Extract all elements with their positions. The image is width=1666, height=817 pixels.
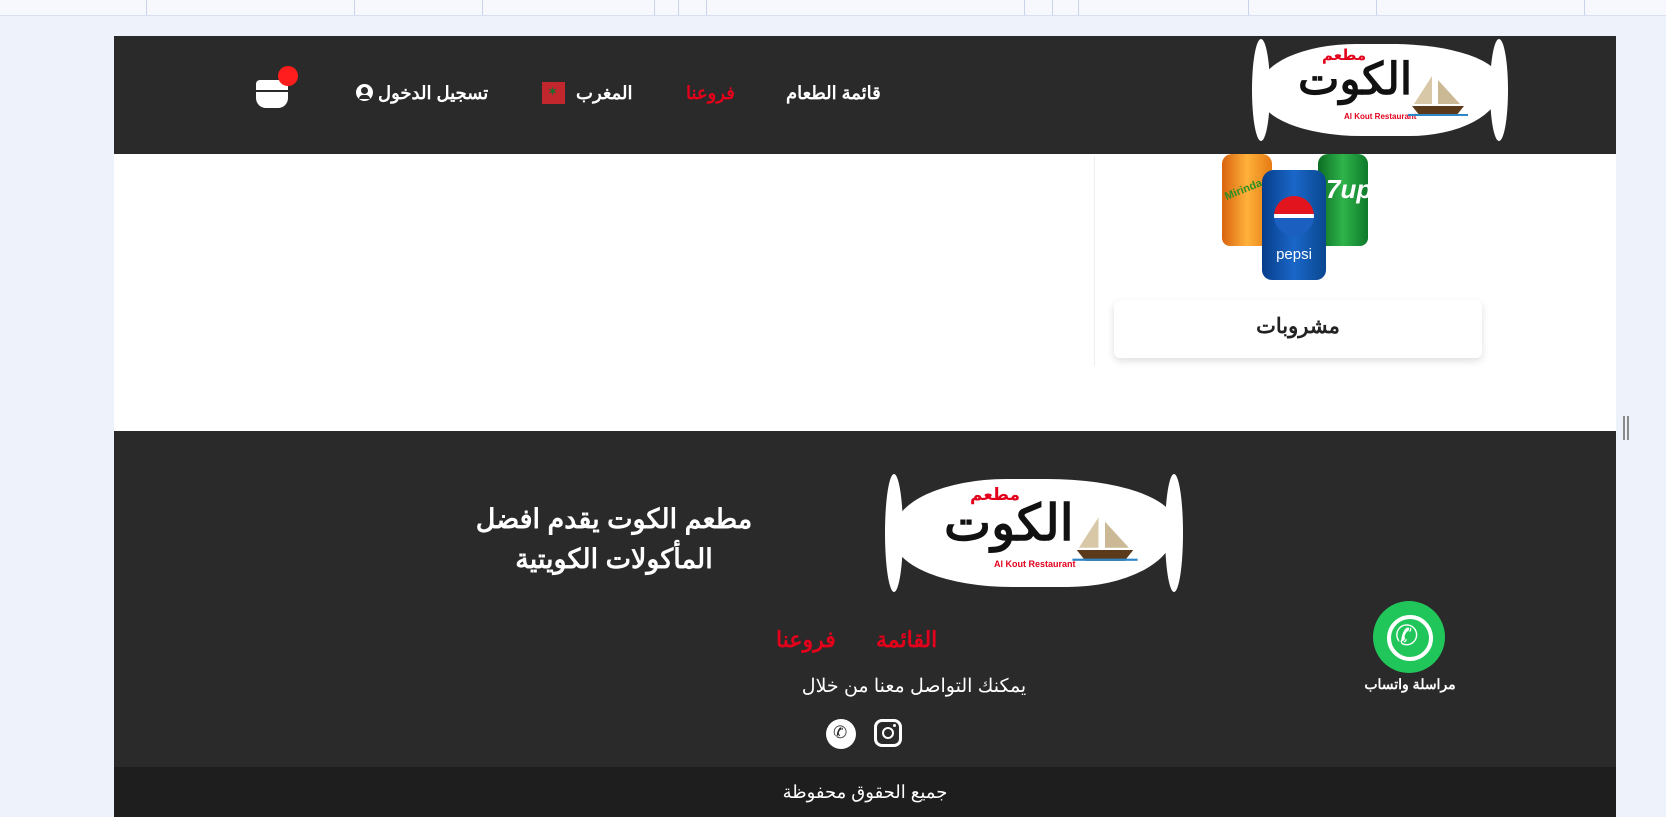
instagram-icon[interactable] <box>874 719 902 747</box>
logo-latin-text: Al Kout Restaurant <box>1344 112 1417 121</box>
ruler-tick <box>1078 0 1079 15</box>
copyright-text: جميع الحقوق محفوظة <box>782 782 948 802</box>
dhow-boat-icon <box>1072 517 1138 561</box>
dhow-boat-icon <box>1408 76 1468 116</box>
ruler-tick <box>706 0 707 15</box>
copyright-bar: جميع الحقوق محفوظة <box>114 767 1616 817</box>
ruler-tick <box>1024 0 1025 15</box>
site-footer: الكوت مطعم Al Kout Restaurant مطعم الكوت… <box>114 431 1616 767</box>
mirinda-label: Mirinda <box>1223 177 1264 203</box>
category-card-drinks[interactable]: مشروبات <box>1114 300 1482 358</box>
resize-handle[interactable] <box>1623 416 1629 440</box>
restaurant-page: الكوت مطعم Al Kout Restaurant قائمة الطع… <box>114 36 1616 817</box>
tagline-line-2: المأكولات الكويتية <box>515 544 713 574</box>
ruler-tick <box>146 0 147 15</box>
ruler-tick <box>354 0 355 15</box>
country-label: المغرب <box>576 83 633 103</box>
footer-branches-link[interactable]: فروعنا <box>776 627 836 653</box>
nav-menu-label: قائمة الطعام <box>786 83 881 103</box>
morocco-flag-icon <box>542 82 565 105</box>
whatsapp-icon[interactable] <box>826 719 856 749</box>
nav-menu-link[interactable]: قائمة الطعام <box>786 80 881 106</box>
logo-brush-edge <box>1252 39 1270 141</box>
login-link[interactable]: تسجيل الدخول <box>348 80 488 106</box>
country-selector[interactable]: المغرب <box>542 80 632 106</box>
user-circle-icon <box>356 83 373 101</box>
ruler-tick <box>1376 0 1377 15</box>
logo-brush-edge <box>885 474 903 592</box>
pepsi-can: pepsi <box>1262 170 1326 280</box>
ruler-tick <box>1052 0 1053 15</box>
column-divider <box>1094 156 1095 366</box>
logo-brush-edge <box>1490 39 1508 141</box>
login-label: تسجيل الدخول <box>378 83 489 103</box>
contact-text: يمكنك التواصل معنا من خلال <box>801 676 1027 697</box>
footer-logo-arabic-small-text: مطعم <box>970 485 1021 505</box>
footer-logo: الكوت مطعم Al Kout Restaurant <box>885 474 1183 592</box>
footer-logo-latin-text: Al Kout Restaurant <box>994 559 1076 569</box>
footer-tagline: مطعم الكوت يقدم افضل المأكولات الكويتية <box>414 499 814 579</box>
category-title: مشروبات <box>1256 315 1340 338</box>
category-image[interactable]: Mirinda 7up pepsi <box>1222 154 1372 284</box>
tagline-line-1: مطعم الكوت يقدم افضل <box>475 504 753 534</box>
cart-badge <box>278 66 298 86</box>
cart-button[interactable] <box>254 66 298 112</box>
logo-arabic-small-text: مطعم <box>1322 46 1367 64</box>
ruler-tick <box>1584 0 1585 15</box>
nav-branches-link[interactable]: فروعنا <box>686 80 735 106</box>
footer-menu-link[interactable]: القائمة <box>876 627 937 653</box>
whatsapp-float-label[interactable]: مراسلة واتساب <box>1330 676 1490 693</box>
pepsi-label: pepsi <box>1276 246 1312 263</box>
sevenup-label: 7up <box>1326 174 1373 204</box>
pepsi-globe-icon <box>1274 196 1314 236</box>
whatsapp-float-button[interactable] <box>1373 601 1445 673</box>
browser-ruler <box>0 0 1666 16</box>
site-header: الكوت مطعم Al Kout Restaurant قائمة الطع… <box>114 36 1616 154</box>
logo-brush-edge <box>1165 474 1183 592</box>
nav-branches-label: فروعنا <box>686 83 735 103</box>
header-logo[interactable]: الكوت مطعم Al Kout Restaurant <box>1252 39 1508 141</box>
ruler-tick <box>654 0 655 15</box>
ruler-tick <box>678 0 679 15</box>
ruler-tick <box>482 0 483 15</box>
ruler-tick <box>1248 0 1249 15</box>
